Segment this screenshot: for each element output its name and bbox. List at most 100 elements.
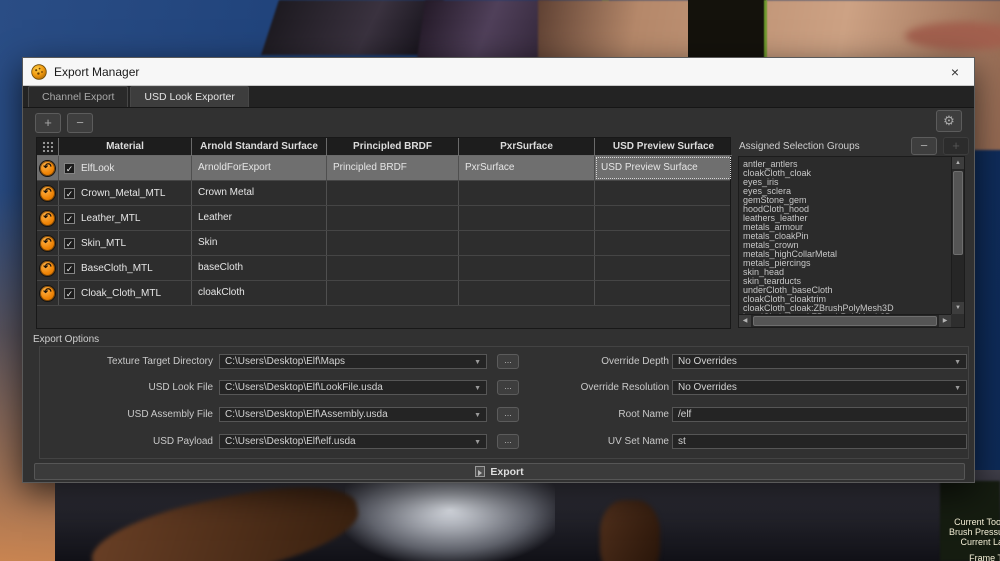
character-strap [261, 0, 444, 55]
cell-pxrsurface[interactable] [459, 206, 595, 230]
cell-principled[interactable] [327, 256, 459, 280]
cell-principled[interactable]: Principled BRDF [327, 156, 459, 180]
cell-material[interactable]: ✓ ElfLook [59, 156, 192, 180]
vertical-scrollbar-thumb[interactable] [953, 171, 963, 255]
column-header-principled[interactable]: Principled BRDF [327, 138, 459, 156]
close-icon[interactable]: × [944, 64, 966, 80]
material-name: ElfLook [81, 163, 114, 174]
gear-icon[interactable]: ⚙ [936, 110, 962, 132]
cell-arnold[interactable]: cloakCloth [192, 281, 327, 305]
combo-value: C:\Users\Desktop\Elf\Maps [225, 356, 345, 367]
cell-material[interactable]: ✓ Leather_MTL [59, 206, 192, 230]
revert-icon[interactable]: ↶ [40, 236, 55, 251]
material-checkbox[interactable]: ✓ [64, 288, 75, 299]
cell-arnold[interactable]: Skin [192, 231, 327, 255]
chevron-down-icon: ▼ [954, 356, 961, 369]
cell-material[interactable]: ✓ Skin_MTL [59, 231, 192, 255]
usd-look-file-combo[interactable]: C:\Users\Desktop\Elf\LookFile.usda ▼ [219, 380, 487, 395]
material-checkbox[interactable]: ✓ [64, 163, 75, 174]
cell-arnold[interactable]: Crown Metal [192, 181, 327, 205]
cell-material[interactable]: ✓ BaseCloth_MTL [59, 256, 192, 280]
cell-usd-preview[interactable] [595, 206, 732, 230]
revert-icon[interactable]: ↶ [40, 211, 55, 226]
chevron-down-icon: ▼ [474, 436, 481, 449]
add-group-button[interactable]: + [943, 137, 969, 155]
selection-groups-title: Assigned Selection Groups [739, 141, 860, 152]
table-row[interactable]: ↶ ✓ ElfLook ArnoldForExport Principled B… [37, 156, 730, 181]
cell-principled[interactable] [327, 181, 459, 205]
column-header-material[interactable]: Material [59, 138, 192, 156]
cell-material[interactable]: ✓ Cloak_Cloth_MTL [59, 281, 192, 305]
cell-usd-preview[interactable] [595, 231, 732, 255]
hud-line: Current La [949, 537, 1000, 547]
vertical-scrollbar[interactable]: ▲ ▼ [951, 157, 964, 314]
label-override-depth: Override Depth [499, 356, 669, 367]
cell-pxrsurface[interactable] [459, 281, 595, 305]
hud-line: Current Tool [949, 517, 1000, 527]
cell-principled[interactable] [327, 281, 459, 305]
scrollbar-corner [951, 314, 964, 327]
scroll-up-icon[interactable]: ▲ [952, 157, 964, 169]
combo-value: No Overrides [678, 356, 737, 367]
table-row[interactable]: ↶ ✓ Leather_MTL Leather [37, 206, 730, 231]
cell-principled[interactable] [327, 206, 459, 230]
cell-arnold[interactable]: ArnoldForExport [192, 156, 327, 180]
export-button[interactable]: Export [34, 463, 965, 480]
cell-arnold[interactable]: baseCloth [192, 256, 327, 280]
chevron-down-icon: ▼ [474, 382, 481, 395]
tab-channel-export[interactable]: Channel Export [28, 86, 128, 107]
table-row[interactable]: ↶ ✓ BaseCloth_MTL baseCloth [37, 256, 730, 281]
scroll-left-icon[interactable]: ◀ [739, 315, 751, 327]
cell-usd-preview[interactable] [595, 281, 732, 305]
add-material-button[interactable]: + [35, 113, 61, 133]
material-checkbox[interactable]: ✓ [64, 263, 75, 274]
material-checkbox[interactable]: ✓ [64, 238, 75, 249]
cell-pxrsurface[interactable] [459, 256, 595, 280]
uv-set-name-input[interactable]: st [672, 434, 967, 449]
cell-arnold[interactable]: Leather [192, 206, 327, 230]
app-icon [31, 64, 47, 80]
table-row[interactable]: ↶ ✓ Skin_MTL Skin [37, 231, 730, 256]
table-row[interactable]: ↶ ✓ Crown_Metal_MTL Crown Metal [37, 181, 730, 206]
chevron-down-icon: ▼ [954, 382, 961, 395]
scroll-down-icon[interactable]: ▼ [952, 302, 964, 314]
tab-bar: Channel Export USD Look Exporter [23, 86, 974, 108]
cell-principled[interactable] [327, 231, 459, 255]
table-row[interactable]: ↶ ✓ Cloak_Cloth_MTL cloakCloth [37, 281, 730, 306]
material-name: Skin_MTL [81, 238, 126, 249]
tab-usd-look-exporter[interactable]: USD Look Exporter [130, 86, 248, 107]
cell-usd-preview[interactable] [595, 256, 732, 280]
material-checkbox[interactable]: ✓ [64, 213, 75, 224]
column-header-pxrsurface[interactable]: PxrSurface [459, 138, 595, 156]
selection-groups-list: antler_antlers cloakCloth_cloak eyes_iri… [738, 156, 965, 328]
window-titlebar[interactable]: Export Manager × [23, 58, 974, 86]
material-name: Leather_MTL [81, 213, 140, 224]
texture-target-directory-combo[interactable]: C:\Users\Desktop\Elf\Maps ▼ [219, 354, 487, 369]
revert-icon[interactable]: ↶ [40, 186, 55, 201]
table-corner-button[interactable] [37, 138, 59, 156]
cell-usd-preview[interactable]: USD Preview Surface [595, 156, 732, 180]
cell-pxrsurface[interactable] [459, 181, 595, 205]
remove-material-button[interactable]: − [67, 113, 93, 133]
cell-usd-preview[interactable] [595, 181, 732, 205]
scroll-right-icon[interactable]: ▶ [939, 315, 951, 327]
column-header-usd-preview[interactable]: USD Preview Surface [595, 138, 732, 156]
override-depth-combo[interactable]: No Overrides ▼ [672, 354, 967, 369]
revert-icon[interactable]: ↶ [40, 261, 55, 276]
cell-pxrsurface[interactable] [459, 231, 595, 255]
remove-group-button[interactable]: − [911, 137, 937, 155]
cell-pxrsurface[interactable]: PxrSurface [459, 156, 595, 180]
column-header-arnold[interactable]: Arnold Standard Surface [192, 138, 327, 156]
override-resolution-combo[interactable]: No Overrides ▼ [672, 380, 967, 395]
root-name-input[interactable]: /elf [672, 407, 967, 422]
usd-payload-combo[interactable]: C:\Users\Desktop\Elf\elf.usda ▼ [219, 434, 487, 449]
horizontal-scrollbar-thumb[interactable] [753, 316, 937, 326]
usd-assembly-file-combo[interactable]: C:\Users\Desktop\Elf\Assembly.usda ▼ [219, 407, 487, 422]
cell-material[interactable]: ✓ Crown_Metal_MTL [59, 181, 192, 205]
combo-value: No Overrides [678, 382, 737, 393]
label-usd-assembly-file: USD Assembly File [39, 409, 213, 420]
revert-icon[interactable]: ↶ [40, 161, 55, 176]
horizontal-scrollbar[interactable]: ◀ ▶ [739, 314, 951, 327]
revert-icon[interactable]: ↶ [40, 286, 55, 301]
material-checkbox[interactable]: ✓ [64, 188, 75, 199]
